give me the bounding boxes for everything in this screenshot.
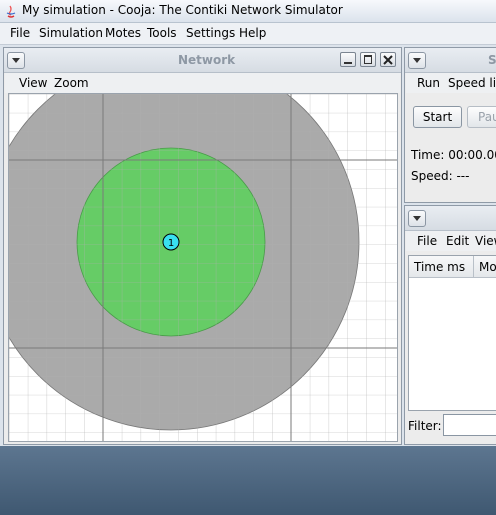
menu-settings[interactable]: Settings xyxy=(186,26,235,40)
main-window: My simulation - Cooja: The Contiki Netwo… xyxy=(0,0,496,446)
close-icon[interactable] xyxy=(380,52,396,67)
desktop-background xyxy=(0,446,496,515)
log-frame-title-bar[interactable] xyxy=(405,206,496,231)
log-menu-view[interactable]: View xyxy=(475,234,496,248)
network-menu-view[interactable]: View xyxy=(19,76,47,90)
title-bar[interactable]: My simulation - Cooja: The Contiki Netwo… xyxy=(0,0,496,23)
window-title: My simulation - Cooja: The Contiki Netwo… xyxy=(22,3,343,17)
log-menu-file[interactable]: File xyxy=(417,234,437,248)
network-menu-zoom[interactable]: Zoom xyxy=(54,76,89,90)
menu-tools[interactable]: Tools xyxy=(147,26,177,40)
filter-label: Filter: xyxy=(408,419,442,433)
network-visualization: 1 xyxy=(9,94,397,441)
column-header-time[interactable]: Time ms xyxy=(409,256,474,278)
network-frame-title: Network xyxy=(178,53,236,67)
simulation-speed: Speed: --- xyxy=(411,169,470,183)
network-frame-title-bar[interactable]: Network xyxy=(4,48,401,73)
mote-id-label: 1 xyxy=(168,238,174,249)
frame-menu-icon[interactable] xyxy=(7,52,25,69)
log-frame-menu: File Edit View xyxy=(406,231,496,251)
frame-menu-icon[interactable] xyxy=(408,210,426,227)
network-frame-menu: View Zoom xyxy=(5,73,400,93)
sim-control-title: S xyxy=(488,53,496,67)
frame-menu-icon[interactable] xyxy=(408,52,426,69)
maximize-icon[interactable] xyxy=(360,52,376,67)
log-menu-edit[interactable]: Edit xyxy=(446,234,469,248)
simulation-control-frame: S Run Speed lim Start Pau Time: 00:00.00… xyxy=(404,47,496,203)
column-header-mote[interactable]: Mot xyxy=(474,256,496,278)
main-menu-bar: File Simulation Motes Tools Settings Hel… xyxy=(0,23,496,45)
pause-button[interactable]: Pau xyxy=(467,106,496,128)
menu-help[interactable]: Help xyxy=(239,26,266,40)
simulation-time: Time: 00:00.000 xyxy=(411,148,496,162)
start-button[interactable]: Start xyxy=(413,106,462,128)
network-canvas[interactable]: 1 xyxy=(8,93,398,442)
sim-control-menu: Run Speed lim xyxy=(406,73,496,93)
menu-motes[interactable]: Motes xyxy=(105,26,141,40)
menu-simulation[interactable]: Simulation xyxy=(39,26,103,40)
minimize-icon[interactable] xyxy=(340,52,356,67)
filter-input[interactable] xyxy=(443,414,496,436)
sim-menu-run[interactable]: Run xyxy=(417,76,440,90)
java-app-icon xyxy=(6,5,16,18)
log-table[interactable]: Time ms Mot xyxy=(408,255,496,411)
menu-file[interactable]: File xyxy=(10,26,30,40)
sim-menu-speed-limit[interactable]: Speed lim xyxy=(448,76,496,90)
sim-control-title-bar[interactable]: S xyxy=(405,48,496,73)
